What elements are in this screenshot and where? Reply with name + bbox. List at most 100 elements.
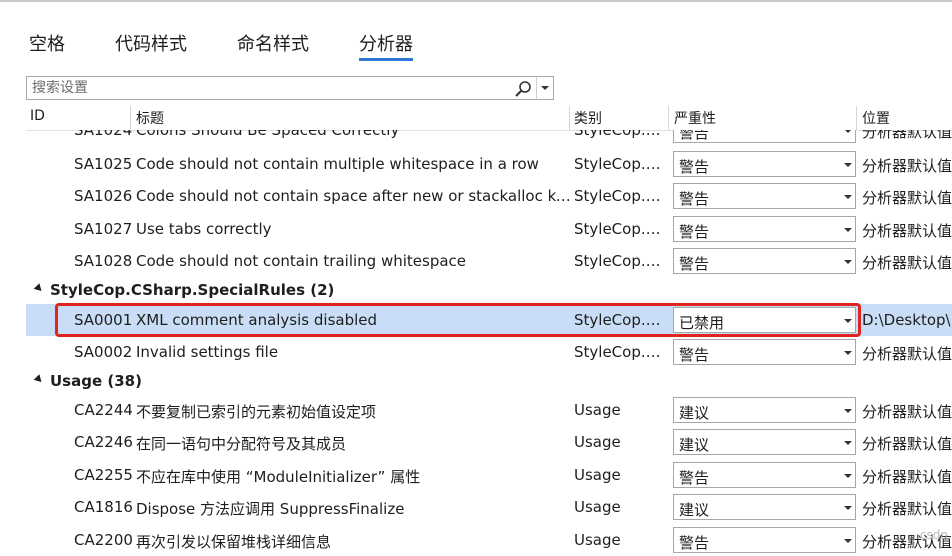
tab-whitespace[interactable]: 空格 [29, 30, 65, 56]
column-divider[interactable] [130, 106, 131, 130]
rule-location: 分析器默认值 [862, 222, 952, 240]
rule-category: StyleCop.C... [574, 187, 670, 205]
table-row[interactable]: SA1028 Code should not contain trailing … [26, 245, 952, 277]
table-row[interactable]: CA2246 在同一语句中分配符号及其成员 Usage 建议 分析器默认值 [26, 426, 952, 458]
severity-dropdown[interactable]: 建议 [673, 494, 856, 520]
tab-code-style[interactable]: 代码样式 [115, 30, 187, 56]
watermark: csdn [919, 528, 948, 542]
rule-location: 分析器默认值 [862, 468, 952, 486]
group-name: Usage (38) [50, 372, 142, 390]
table-row[interactable]: SA1024 Colons Should Be Spaced Correctly… [26, 130, 952, 146]
severity-value: 建议 [679, 436, 710, 454]
chevron-down-icon [844, 319, 852, 323]
rule-id: CA2246 [74, 433, 132, 451]
column-divider[interactable] [668, 106, 669, 130]
severity-value: 警告 [679, 346, 710, 364]
search-icon[interactable] [513, 79, 533, 99]
tab-naming-style[interactable]: 命名样式 [237, 30, 309, 56]
rule-title: Colons Should Be Spaced Correctly [136, 130, 400, 139]
severity-value: 警告 [679, 130, 710, 142]
severity-value: 警告 [679, 534, 710, 552]
chevron-down-icon [844, 474, 852, 478]
rule-title: Code should not contain space after new … [136, 187, 572, 205]
table-row[interactable]: SA1025 Code should not contain multiple … [26, 148, 952, 180]
table-row[interactable]: SA0001 XML comment analysis disabled Sty… [26, 304, 952, 336]
rule-id: SA1024 [74, 130, 132, 139]
chevron-down-icon [844, 130, 852, 133]
column-header-category[interactable]: 类别 [574, 108, 602, 128]
rule-title: Code should not contain trailing whitesp… [136, 252, 467, 270]
table-row[interactable]: SA1026 Code should not contain space aft… [26, 180, 952, 212]
severity-value: 警告 [679, 223, 710, 241]
rule-id: SA1025 [74, 155, 132, 173]
severity-dropdown[interactable]: 建议 [673, 429, 856, 455]
rule-category: StyleCop.C... [574, 343, 670, 361]
column-header-title[interactable]: 标题 [136, 108, 164, 128]
column-divider[interactable] [856, 106, 857, 130]
rules-table: SA1024 Colons Should Be Spaced Correctly… [26, 130, 952, 556]
severity-dropdown[interactable]: 警告 [673, 248, 856, 274]
chevron-down-icon [844, 351, 852, 355]
severity-dropdown[interactable]: 警告 [673, 130, 856, 143]
column-divider[interactable] [569, 106, 570, 130]
rule-title: Use tabs correctly [136, 220, 272, 238]
column-header-location[interactable]: 位置 [862, 108, 890, 128]
chevron-down-icon [844, 163, 852, 167]
rule-title: 在同一语句中分配符号及其成员 [136, 435, 347, 453]
rule-title: Code should not contain multiple whitesp… [136, 155, 539, 173]
rule-location: 分析器默认值 [862, 345, 952, 363]
table-row[interactable]: CA2244 不要复制已索引的元素初始值设定项 Usage 建议 分析器默认值 [26, 394, 952, 426]
rule-category: Usage [574, 433, 621, 451]
rule-title: XML comment analysis disabled [136, 311, 378, 329]
severity-dropdown[interactable]: 警告 [673, 216, 856, 242]
rule-location: 分析器默认值 [862, 500, 952, 518]
tab-strip: 空格 代码样式 命名样式 分析器 [0, 30, 952, 61]
column-header-severity[interactable]: 严重性 [674, 108, 716, 128]
rule-id: CA2200 [74, 531, 132, 549]
chevron-down-icon [844, 539, 852, 543]
table-row[interactable]: CA2255 不应在库中使用 “ModuleInitializer” 属性 Us… [26, 459, 952, 491]
table-row[interactable]: CA2200 再次引发以保留堆栈详细信息 Usage 警告 分析器默认值 [26, 524, 952, 556]
group-header-usage[interactable]: Usage (38) [26, 367, 952, 395]
rule-category: StyleCop.C... [574, 311, 670, 329]
table-header: ID 标题 类别 严重性 位置 [26, 106, 952, 131]
chevron-down-icon [844, 506, 852, 510]
severity-dropdown[interactable]: 警告 [673, 462, 856, 488]
rule-location: 分析器默认值 [862, 157, 952, 175]
severity-dropdown[interactable]: 已禁用 [673, 307, 856, 333]
rule-location: 分析器默认值 [862, 254, 952, 272]
severity-value: 建议 [679, 501, 710, 519]
severity-dropdown[interactable]: 建议 [673, 397, 856, 423]
table-row[interactable]: CA1816 Dispose 方法应调用 SuppressFinalize Us… [26, 491, 952, 523]
chevron-down-icon [844, 195, 852, 199]
severity-value: 警告 [679, 158, 710, 176]
search-options-dropdown[interactable] [536, 77, 553, 99]
severity-dropdown[interactable]: 警告 [673, 527, 856, 553]
rule-title: 再次引发以保留堆栈详细信息 [136, 533, 332, 551]
rule-id: CA2255 [74, 466, 132, 484]
severity-dropdown[interactable]: 警告 [673, 183, 856, 209]
collapse-triangle-icon[interactable] [33, 283, 45, 294]
rule-category: StyleCop.C... [574, 130, 670, 139]
rule-location: 分析器默认值 [862, 130, 952, 141]
rule-id: CA2244 [74, 401, 132, 419]
severity-dropdown[interactable]: 警告 [673, 339, 856, 365]
chevron-down-icon [844, 409, 852, 413]
search-box [26, 76, 554, 100]
table-row[interactable]: SA0002 Invalid settings file StyleCop.C.… [26, 336, 952, 368]
severity-dropdown[interactable]: 警告 [673, 151, 856, 177]
severity-value: 建议 [679, 404, 710, 422]
rule-id: SA0002 [74, 343, 132, 361]
rule-title: 不应在库中使用 “ModuleInitializer” 属性 [136, 468, 421, 486]
rule-id: CA1816 [74, 498, 132, 516]
rule-category: Usage [574, 498, 621, 516]
rule-location: 分析器默认值 [862, 403, 952, 421]
collapse-triangle-icon[interactable] [33, 374, 45, 385]
search-input[interactable] [32, 78, 512, 98]
table-row[interactable]: SA1027 Use tabs correctly StyleCop.C... … [26, 213, 952, 245]
column-header-id[interactable]: ID [30, 108, 45, 124]
rule-category: Usage [574, 531, 621, 549]
tab-analyzers[interactable]: 分析器 [359, 30, 413, 61]
group-header-special-rules[interactable]: StyleCop.CSharp.SpecialRules (2) [26, 276, 952, 304]
rule-id: SA0001 [74, 311, 132, 329]
